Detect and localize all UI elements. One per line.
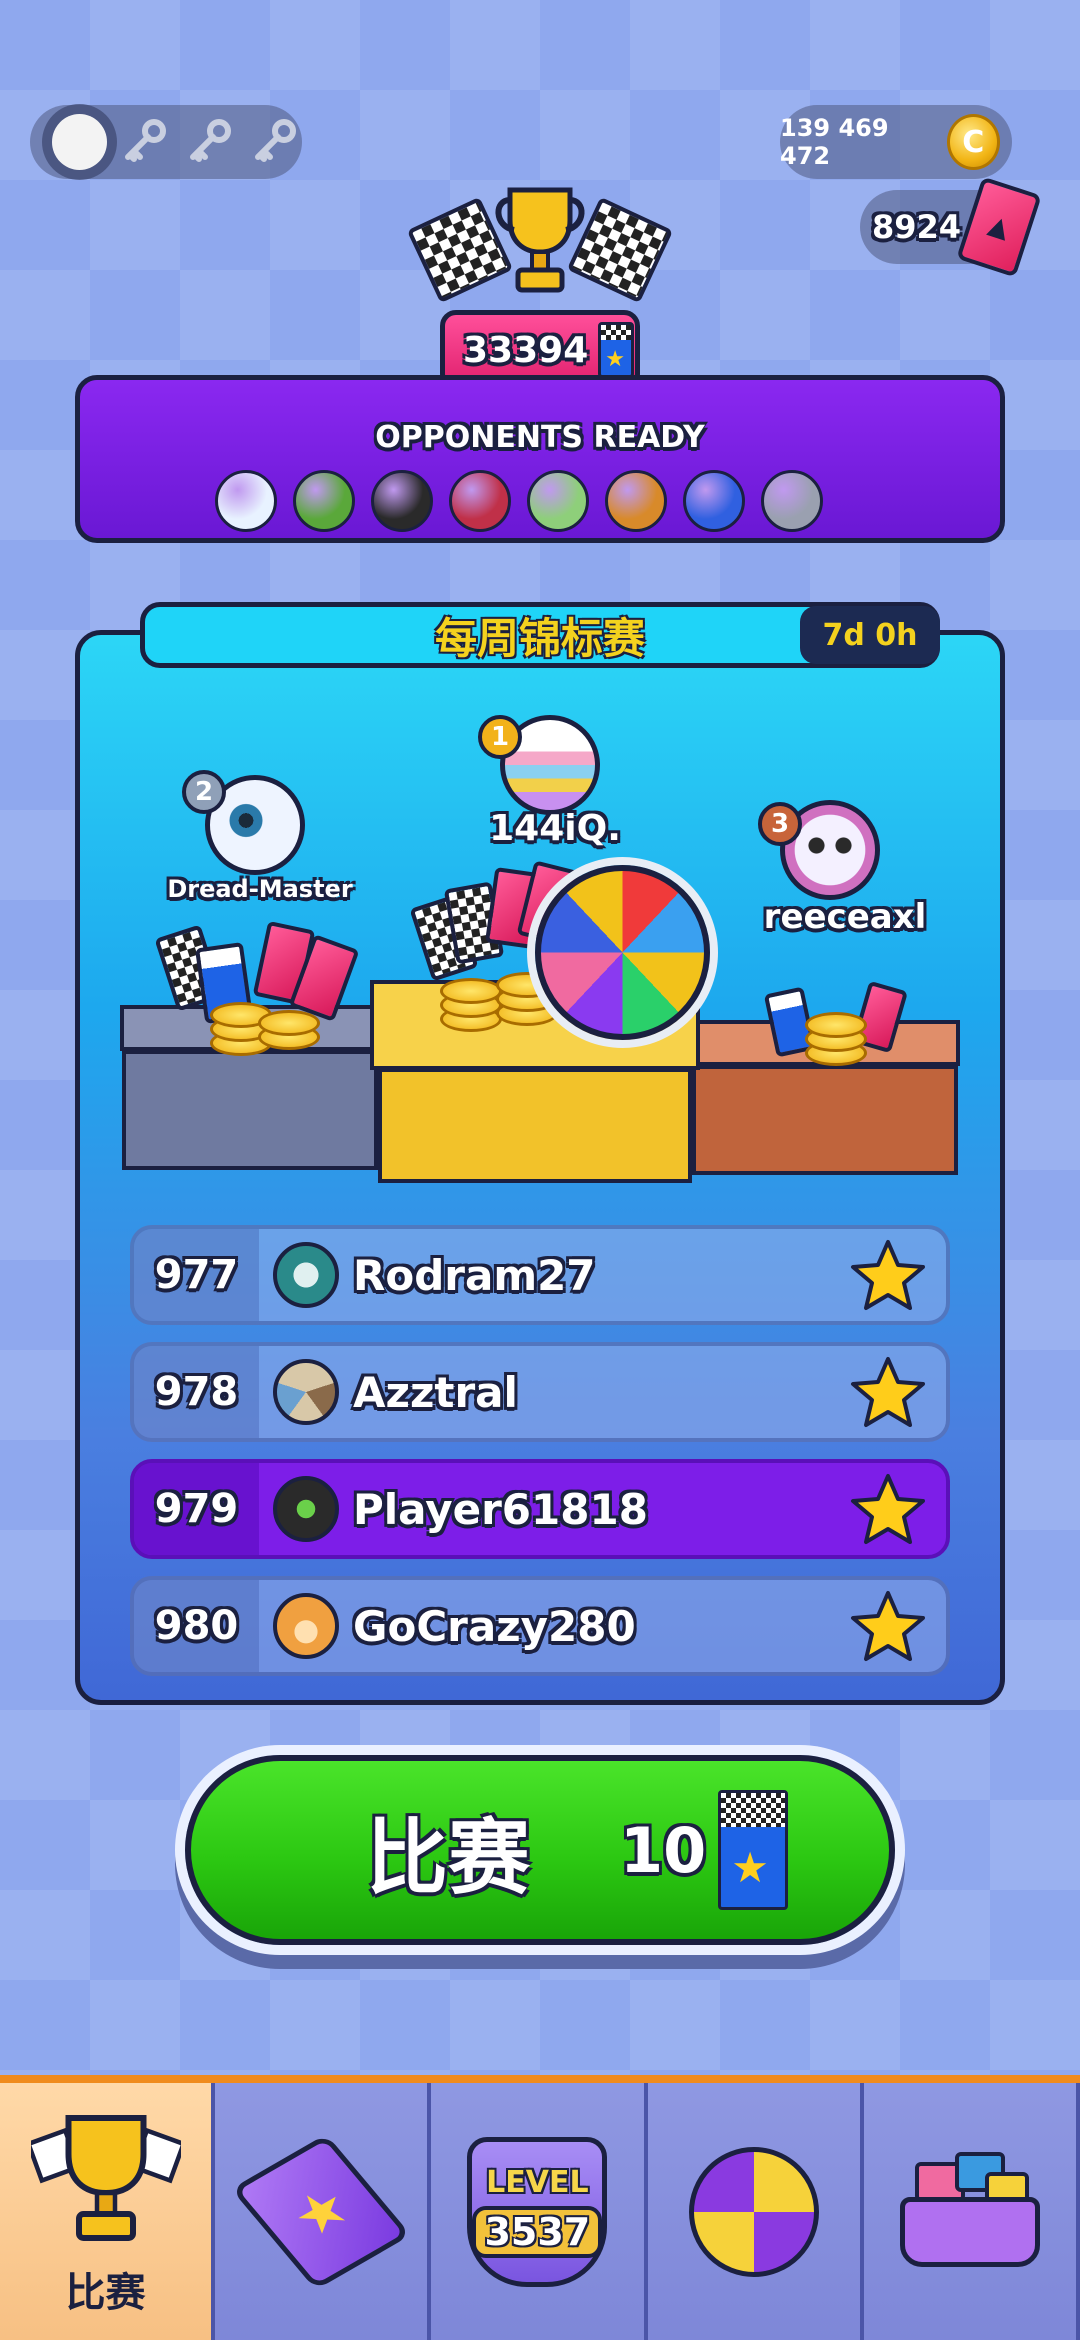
row-rank: 977 [134, 1229, 259, 1321]
star-icon [851, 1357, 925, 1427]
row-avatar [273, 1593, 339, 1659]
level-badge: LEVEL 3537 [467, 2136, 608, 2287]
pink-ticket-icon: ▲ [956, 176, 1042, 278]
race-ticket-icon: ★ [718, 1790, 789, 1910]
opponents-ready-title: OPPONENTS READY [375, 420, 705, 455]
podium-block-1 [378, 1068, 692, 1183]
opponent-balls-row [215, 470, 823, 532]
row-avatar [273, 1476, 339, 1542]
level-label: LEVEL [486, 2165, 589, 2200]
level-value: 3537 [472, 2206, 603, 2258]
green-ball-ball-icon [527, 470, 589, 532]
tournament-timer: 7d 0h [800, 606, 940, 664]
row-player-name: GoCrazy280 [353, 1601, 636, 1651]
row-rank: 980 [134, 1580, 259, 1672]
leaderboard-row-current-player[interactable]: 979 Player61818 [130, 1459, 950, 1559]
nav-tab-level[interactable]: LEVEL 3537 [431, 2083, 648, 2340]
basket-icon [895, 2151, 1045, 2272]
card-icon: ★ [231, 2133, 412, 2290]
leaderboard-row[interactable]: 978 Azztral [130, 1342, 950, 1442]
keys-toggle[interactable] [30, 105, 302, 179]
trophy-score: 33394 [463, 329, 589, 371]
race-ticket-icon: ★ [598, 322, 635, 378]
play-button-cost: 10 [620, 1813, 707, 1887]
nav-tab-race[interactable]: 比赛 [0, 2083, 215, 2340]
rank-badge-2: 2 [182, 770, 226, 814]
rank-badge-3: 3 [758, 802, 802, 846]
row-player-name: Rodram27 [353, 1250, 596, 1300]
eyeball-ball-icon [215, 470, 277, 532]
trophy-icon [495, 187, 585, 293]
leaderboard-row[interactable]: 980 GoCrazy280 [130, 1576, 950, 1676]
nav-tab-cards[interactable]: ★ [215, 2083, 432, 2340]
key-icon [182, 114, 237, 170]
opponents-ready-panel: OPPONENTS READY [75, 375, 1005, 543]
key-icon [117, 114, 172, 170]
podium-name-2: Dread-Master [167, 875, 353, 903]
row-rank: 978 [134, 1346, 259, 1438]
play-button-label: 比赛 [366, 1810, 531, 1906]
prize-ball-icon [535, 865, 710, 1040]
rank-badge-1: 1 [478, 715, 522, 759]
coins-value: 139 469 472 [780, 114, 889, 170]
row-avatar [273, 1242, 339, 1308]
star-icon [851, 1591, 925, 1661]
race-play-button[interactable]: 比赛 10 ★ [185, 1755, 895, 1945]
coin-icon: C [946, 114, 1000, 170]
trophy-emblem [406, 180, 674, 320]
nav-tab-shop[interactable] [863, 2083, 1080, 2340]
reward-coins [805, 1010, 875, 1070]
helmet-ball-icon [449, 470, 511, 532]
podium-name-1: 144iQ. [489, 808, 621, 849]
row-avatar [273, 1359, 339, 1425]
ball-icon [688, 2146, 819, 2277]
star-icon [851, 1240, 925, 1310]
row-rank: 979 [134, 1463, 259, 1555]
tickets-counter[interactable]: 8924 ▲ [860, 176, 1042, 278]
podium-name-3: reeceaxl [763, 897, 927, 937]
coins-counter[interactable]: 139 469 472 C [780, 105, 1012, 179]
row-player-name: Player61818 [353, 1484, 648, 1534]
grass-block-ball-icon [293, 470, 355, 532]
leaderboard-row[interactable]: 977 Rodram27 [130, 1225, 950, 1325]
nav-tab-label: 比赛 [65, 2269, 146, 2316]
burger-ball-icon [605, 470, 667, 532]
reward-coins [210, 990, 330, 1060]
star-icon [851, 1474, 925, 1544]
tickets-value: 8924 [872, 208, 962, 246]
can-ball-icon [761, 470, 823, 532]
podium-block-3 [692, 1065, 958, 1175]
knot-ball-icon [683, 470, 745, 532]
toggle-knob [52, 114, 107, 170]
bomb-ball-icon [371, 470, 433, 532]
row-player-name: Azztral [353, 1367, 518, 1417]
bottom-navigation: 比赛 ★ LEVEL 3537 [0, 2075, 1080, 2340]
key-icon [247, 114, 302, 170]
nav-tab-balls[interactable] [647, 2083, 864, 2340]
podium-block-2 [122, 1050, 378, 1170]
trophy-icon [30, 2114, 181, 2241]
tournament-title: 每周锦标赛 [434, 613, 645, 663]
